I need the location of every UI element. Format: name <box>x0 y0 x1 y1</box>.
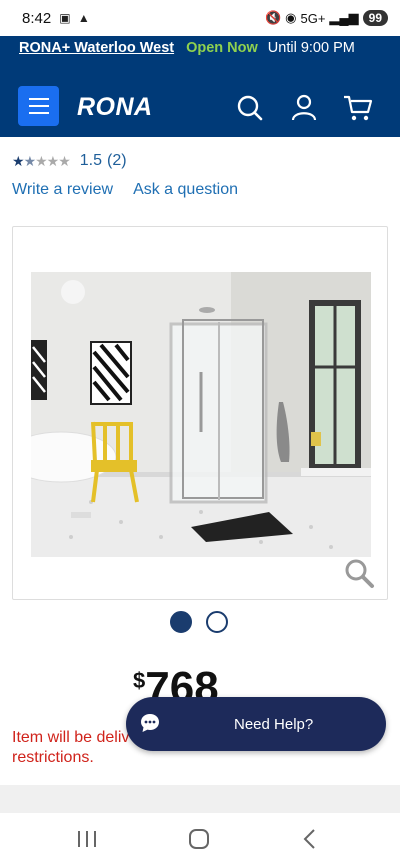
content-divider <box>0 785 400 813</box>
zoom-icon[interactable] <box>343 557 375 589</box>
search-icon[interactable] <box>236 94 264 122</box>
back-icon[interactable] <box>300 827 320 851</box>
store-open-status: Open Now <box>186 40 258 56</box>
mute-icon: 🔇 <box>264 10 282 25</box>
signal-icon: ▂▄▆ <box>329 10 359 25</box>
store-name-link[interactable]: RONA+ Waterloo West <box>19 40 174 56</box>
account-icon[interactable] <box>291 94 317 122</box>
recent-apps-icon[interactable] <box>76 827 98 851</box>
system-nav-bar <box>0 813 400 867</box>
notification-icons: ▣ ▲ <box>59 11 92 25</box>
rona-logo[interactable]: RONA <box>77 93 153 122</box>
store-hours: Until 9:00 PM <box>267 40 355 56</box>
rating-stars: ★★★★★ <box>12 152 71 169</box>
need-help-label: Need Help? <box>234 715 314 733</box>
write-review-link[interactable]: Write a review <box>12 181 113 199</box>
ask-question-link[interactable]: Ask a question <box>133 181 238 199</box>
carousel-dot-2[interactable] <box>206 611 228 633</box>
status-time: 8:42 <box>22 9 52 27</box>
product-image-frame[interactable] <box>12 226 388 600</box>
rating-count: (2) <box>107 152 127 169</box>
network-label: 5G+ <box>300 10 326 26</box>
carousel-dot-1[interactable] <box>170 611 192 633</box>
chat-bubble-icon <box>141 714 159 732</box>
price-currency: $ <box>133 668 146 693</box>
home-icon[interactable] <box>187 827 211 851</box>
review-links: Write a review Ask a question <box>12 181 238 199</box>
status-bar: 8:42 ▣ ▲ 🔇 ◉ 5G+ ▂▄▆ 99 <box>0 0 400 36</box>
location-icon: ◉ <box>285 10 297 25</box>
menu-button[interactable] <box>18 86 59 126</box>
need-help-button[interactable]: Need Help? <box>126 697 386 751</box>
site-header: RONA <box>0 60 400 137</box>
carousel-dots <box>170 611 228 633</box>
rating-value: 1.5 <box>79 152 103 169</box>
store-bar[interactable]: RONA+ Waterloo West Open Now Until 9:00 … <box>0 36 400 60</box>
battery-badge: 99 <box>362 10 388 26</box>
product-photo <box>31 272 371 557</box>
menu-icon <box>28 98 49 100</box>
rating-row[interactable]: ★★★★★ 1.5 (2) <box>12 152 127 170</box>
status-right: 🔇 ◉ 5G+ ▂▄▆ 99 <box>265 10 388 26</box>
cart-icon[interactable] <box>343 94 373 122</box>
